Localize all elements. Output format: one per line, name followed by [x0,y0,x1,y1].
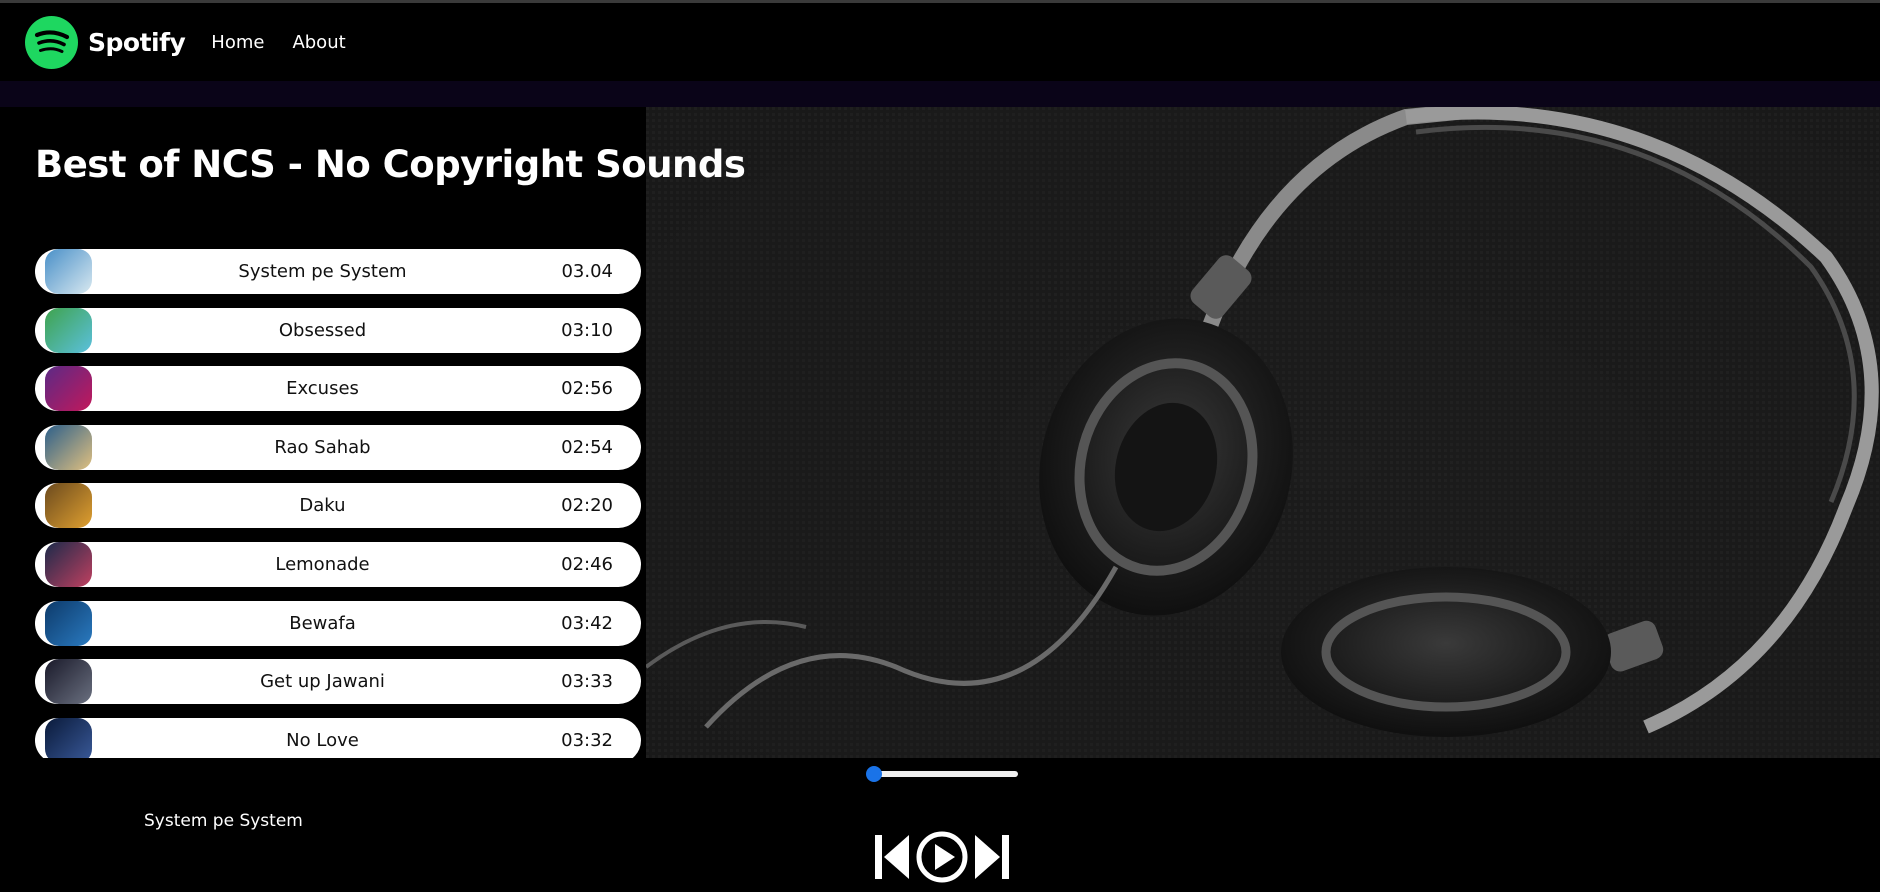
song-item[interactable]: Lemonade 02:46 [35,541,641,587]
song-duration: 02:54 [561,436,613,458]
brand-logo[interactable]: Spotify [25,15,186,69]
song-duration: 03:42 [561,612,613,634]
now-playing-title: System pe System [144,811,303,831]
navbar: Spotify Home About [0,3,1880,81]
song-duration: 02:20 [561,495,613,517]
play-icon[interactable] [915,830,969,884]
next-icon[interactable] [973,832,1011,882]
song-duration: 03:33 [561,671,613,693]
song-name: No Love [286,729,359,751]
progress-bar[interactable] [866,766,1018,782]
brand-name: Spotify [88,27,186,57]
song-item[interactable]: No Love 03:32 [35,717,641,758]
song-duration: 03:32 [561,729,613,751]
song-name: Lemonade [275,553,370,575]
song-list-panel: Best of NCS - No Copyright Sounds System… [0,107,746,758]
playlist-title: Best of NCS - No Copyright Sounds [35,143,746,186]
progress-thumb[interactable] [866,766,882,782]
nav-divider-strip [0,81,1880,107]
song-name: Daku [299,495,346,517]
song-item[interactable]: Get up Jawani 03:33 [35,659,641,705]
song-name: Excuses [286,378,359,400]
song-duration: 03.04 [561,261,613,282]
song-name: Rao Sahab [274,436,371,458]
song-duration: 03:10 [561,319,613,341]
song-name: Obsessed [278,319,367,341]
song-name: Bewafa [289,612,356,634]
nav-link-home[interactable]: Home [211,32,264,53]
nav-link-about[interactable]: About [292,32,345,53]
song-item[interactable]: Bewafa 03:42 [35,600,641,646]
main-container: Best of NCS - No Copyright Sounds System… [0,107,1880,758]
player-bar: System pe System [0,758,1880,892]
player-controls [873,830,1011,884]
song-name: System pe System [238,261,407,282]
previous-icon[interactable] [873,832,911,882]
song-name: Get up Jawani [260,671,385,693]
song-item[interactable]: Rao Sahab 02:54 [35,424,641,470]
song-duration: 02:56 [561,378,613,400]
song-item[interactable]: System pe System 03.04 [35,249,641,294]
song-item[interactable]: Excuses 02:56 [35,366,641,412]
spotify-icon [25,15,78,69]
headphones-icon [644,107,1880,758]
song-duration: 02:46 [561,553,613,575]
song-item[interactable]: Obsessed 03:10 [35,307,641,353]
song-item[interactable]: Daku 02:20 [35,483,641,529]
song-list: System pe System 03.04 Obsessed 03:10 Excuse… [35,249,641,758]
headphones-background-image [644,107,1880,758]
